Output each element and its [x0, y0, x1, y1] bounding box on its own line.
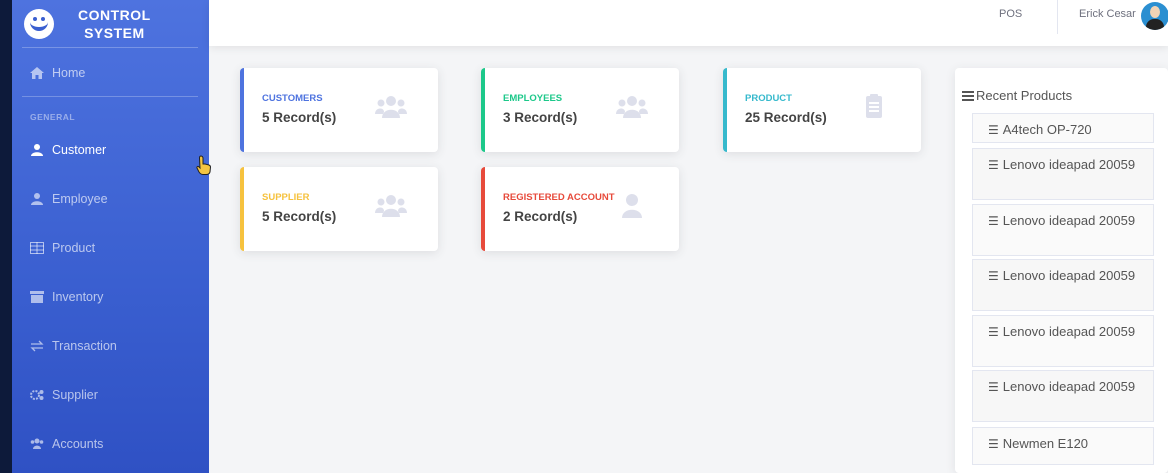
card-value: 25 Record(s): [745, 110, 827, 125]
users-group-icon: [616, 96, 648, 118]
divider: [22, 96, 198, 97]
sidebar-item-label: Inventory: [52, 290, 104, 304]
tasks-icon: ☰: [988, 325, 999, 339]
tasks-icon: ☰: [988, 437, 999, 451]
topbar-divider: [1057, 0, 1058, 34]
sidebar-item-supplier[interactable]: Supplier: [30, 388, 98, 402]
card-label: CUSTOMERS: [262, 93, 323, 104]
sidebar-item-label: Customer: [52, 143, 107, 157]
sidebar-item-label: Supplier: [52, 388, 98, 402]
list-item[interactable]: ☰ Lenovo ideapad 20059: [972, 148, 1154, 200]
tasks-icon: ☰: [988, 158, 999, 172]
card-label: EMPLOYEES: [503, 93, 563, 104]
card-value: 2 Record(s): [503, 209, 578, 224]
card-supplier[interactable]: SUPPLIER 5 Record(s): [240, 167, 438, 251]
product-name: Lenovo ideapad 20059: [1002, 379, 1136, 394]
pos-link[interactable]: POS: [999, 8, 1022, 20]
card-product[interactable]: PRODUCT 25 Record(s): [723, 68, 921, 152]
card-value: 3 Record(s): [503, 110, 578, 125]
sidebar: CONTROL SYSTEM Home GENERAL Customer Emp…: [0, 0, 209, 473]
product-name: Lenovo ideapad 20059: [1002, 268, 1136, 283]
card-value: 5 Record(s): [262, 110, 337, 125]
card-employees[interactable]: EMPLOYEES 3 Record(s): [481, 68, 679, 152]
product-name: Newmen E120: [1002, 436, 1089, 451]
smiley-logo-icon: [24, 9, 54, 39]
sidebar-heading: GENERAL: [30, 112, 76, 122]
sidebar-item-label: Transaction: [52, 339, 117, 353]
sidebar-item-product[interactable]: Product: [30, 241, 95, 255]
exchange-icon: [30, 340, 44, 352]
list-icon: [962, 90, 974, 101]
divider: [22, 47, 198, 48]
sidebar-item-label: Employee: [52, 192, 108, 206]
user-icon: [622, 194, 642, 218]
sidebar-item-employee[interactable]: Employee: [30, 192, 108, 206]
user-icon: [31, 193, 43, 205]
card-label: SUPPLIER: [262, 192, 310, 203]
sidebar-item-accounts[interactable]: Accounts: [30, 437, 103, 451]
sidebar-item-label: Home: [52, 66, 86, 80]
hand-pointer-icon: [196, 155, 212, 175]
card-label: REGISTERED ACCOUNT: [503, 192, 615, 203]
list-item[interactable]: ☰ Lenovo ideapad 20059: [972, 370, 1154, 422]
sidebar-item-transaction[interactable]: Transaction: [30, 339, 117, 353]
tasks-icon: ☰: [988, 269, 999, 283]
product-name: Lenovo ideapad 20059: [1002, 213, 1136, 228]
list-item[interactable]: ☰ Lenovo ideapad 20059: [972, 259, 1154, 311]
sidebar-item-inventory[interactable]: Inventory: [30, 290, 103, 304]
brand[interactable]: CONTROL SYSTEM: [20, 2, 200, 46]
user-name[interactable]: Erick Cesar: [1079, 8, 1136, 20]
sidebar-item-label: Product: [52, 241, 96, 255]
topbar: POS Erick Cesar: [209, 0, 1168, 46]
tasks-icon: ☰: [988, 380, 999, 394]
cogs-icon: [30, 390, 44, 400]
clipboard-icon: [866, 94, 882, 118]
users-icon: [30, 438, 44, 449]
user-icon: [31, 144, 43, 156]
window-edge: [0, 0, 12, 473]
sidebar-item-customer[interactable]: Customer: [30, 143, 106, 157]
list-item[interactable]: ☰ Newmen E120: [972, 427, 1154, 465]
recent-products-heading: Recent Products: [976, 88, 1073, 103]
tasks-icon: ☰: [988, 123, 999, 137]
archive-icon: [30, 291, 44, 303]
table-icon: [30, 242, 44, 254]
sidebar-item-home[interactable]: Home: [30, 66, 85, 80]
product-name: A4tech OP-720: [1002, 122, 1092, 137]
card-registered-account[interactable]: REGISTERED ACCOUNT 2 Record(s): [481, 167, 679, 251]
card-customers[interactable]: CUSTOMERS 5 Record(s): [240, 68, 438, 152]
list-item[interactable]: ☰ Lenovo ideapad 20059: [972, 315, 1154, 367]
recent-products-title: Recent Products: [962, 88, 1072, 103]
product-name: Lenovo ideapad 20059: [1002, 324, 1136, 339]
list-item[interactable]: ☰ A4tech OP-720: [972, 113, 1154, 143]
users-group-icon: [375, 195, 407, 217]
avatar[interactable]: [1141, 2, 1168, 30]
brand-title: CONTROL SYSTEM: [78, 6, 151, 42]
card-value: 5 Record(s): [262, 209, 337, 224]
sidebar-item-label: Accounts: [52, 437, 104, 451]
home-icon: [30, 67, 44, 79]
tasks-icon: ☰: [988, 214, 999, 228]
brand-line-2: SYSTEM: [84, 25, 145, 41]
list-item[interactable]: ☰ Lenovo ideapad 20059: [972, 204, 1154, 256]
product-name: Lenovo ideapad 20059: [1002, 157, 1136, 172]
brand-line-1: CONTROL: [78, 7, 151, 23]
card-label: PRODUCT: [745, 93, 792, 104]
users-group-icon: [375, 96, 407, 118]
